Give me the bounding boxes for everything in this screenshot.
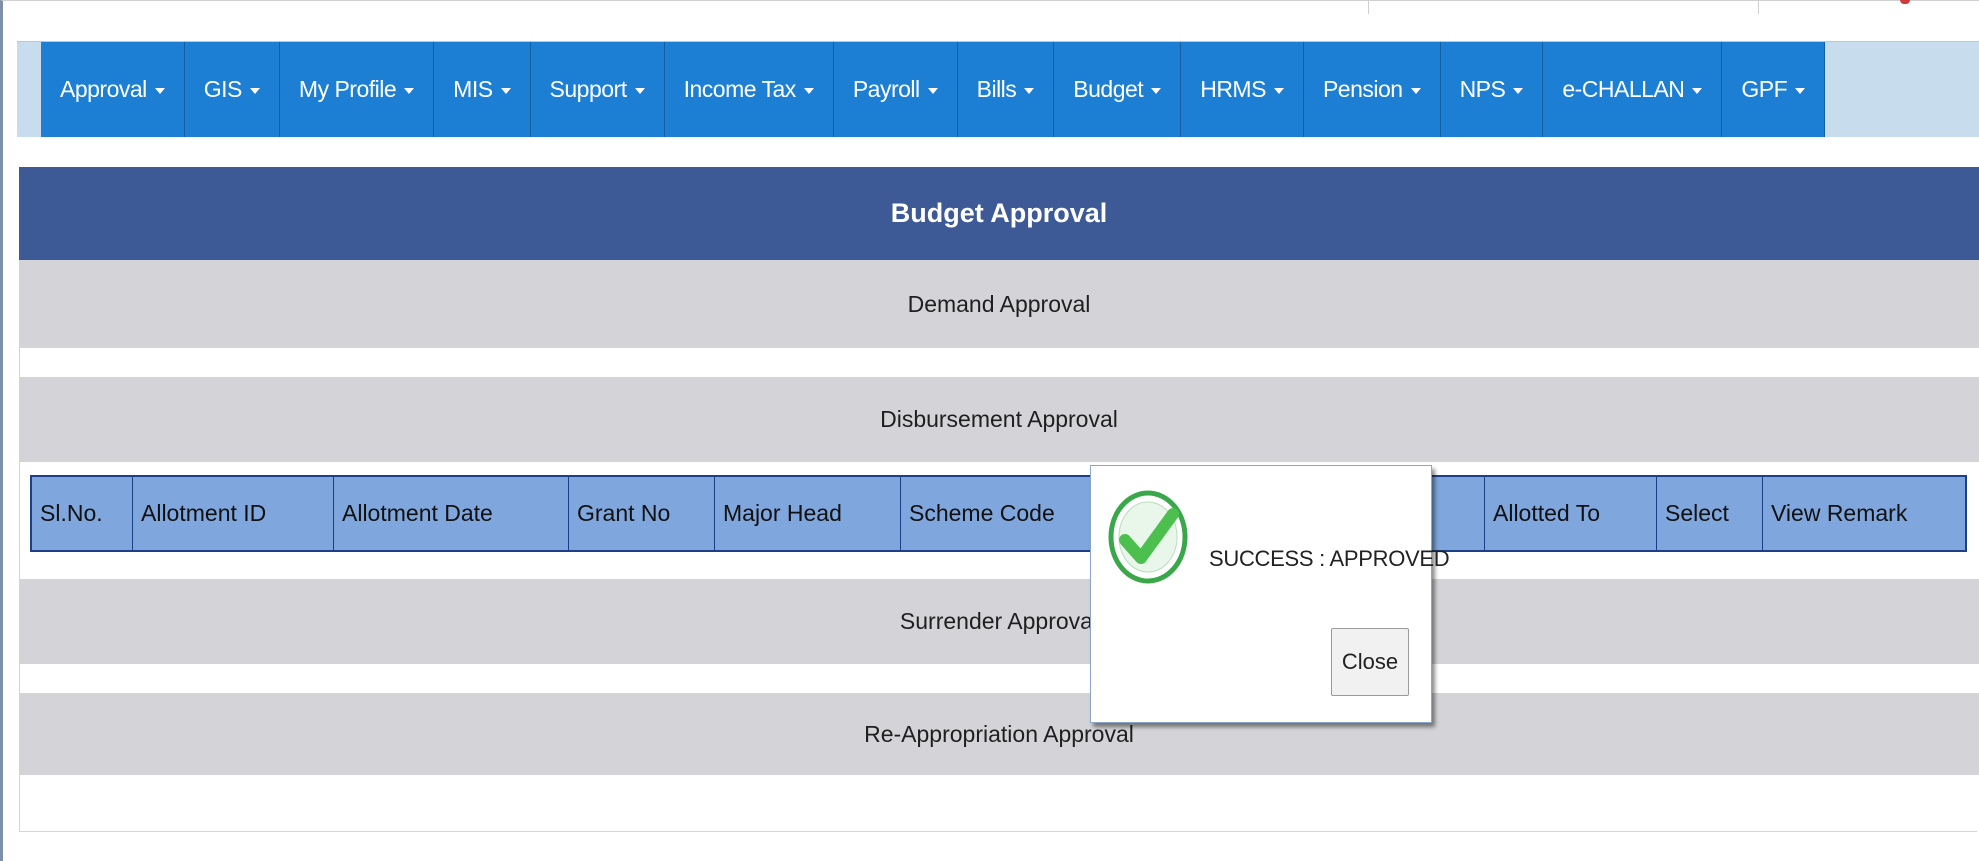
caret-down-icon: [1513, 87, 1524, 94]
panel-title: Budget Approval: [19, 167, 1979, 260]
caret-down-icon: [1151, 87, 1162, 94]
caret-down-icon: [249, 87, 260, 94]
column-header-allotment-id: Allotment ID: [133, 477, 334, 550]
caret-down-icon: [634, 87, 645, 94]
nav-item-income-tax[interactable]: Income Tax: [665, 42, 834, 137]
nav-item-budget[interactable]: Budget: [1054, 42, 1182, 137]
nav-item-label: NPS: [1459, 76, 1506, 102]
nav-item-label: Payroll: [852, 76, 920, 102]
nav-item-my-profile[interactable]: My Profile: [280, 42, 435, 137]
nav-item-label: e-CHALLAN: [1562, 76, 1685, 102]
nav-item-label: Approval: [60, 76, 147, 102]
nav-item-label: Income Tax: [683, 76, 797, 102]
caret-down-icon: [404, 87, 415, 94]
caret-down-icon: [927, 87, 938, 94]
nav-item-label: GPF: [1741, 76, 1788, 102]
nav-item-label: My Profile: [298, 76, 397, 102]
nav-item-support[interactable]: Support: [531, 42, 665, 137]
nav-item-label: GIS: [203, 76, 243, 102]
caret-down-icon: [1273, 87, 1284, 94]
nav-item-gis[interactable]: GIS: [185, 42, 280, 137]
nav-item-label: Support: [549, 76, 628, 102]
nav-item-approval[interactable]: Approval: [41, 42, 185, 137]
column-header-allotment-date: Allotment Date: [334, 477, 569, 550]
caret-down-icon: [1692, 87, 1703, 94]
caret-down-icon: [803, 87, 814, 94]
nav-item-e-challan[interactable]: e-CHALLAN: [1543, 42, 1723, 137]
column-header-sl-no: Sl.No.: [32, 477, 133, 550]
main-navbar: Approval GIS My Profile MIS Support Inco…: [17, 41, 1979, 137]
caret-down-icon: [154, 87, 165, 94]
check-circle-icon: [1108, 490, 1188, 584]
nav-item-label: MIS: [453, 76, 493, 102]
caret-down-icon: [1410, 87, 1421, 94]
nav-menu: Approval GIS My Profile MIS Support Inco…: [41, 42, 1826, 137]
caret-down-icon: [1795, 87, 1806, 94]
nav-item-hrms[interactable]: HRMS: [1181, 42, 1304, 137]
column-header-scheme-code: Scheme Code: [901, 477, 1091, 550]
column-header-major-head: Major Head: [715, 477, 901, 550]
success-message: SUCCESS : APPROVED: [1209, 546, 1450, 571]
nav-item-gpf[interactable]: GPF: [1722, 42, 1826, 137]
column-header-select: Select: [1657, 477, 1763, 550]
nav-item-label: Pension: [1322, 76, 1403, 102]
nav-item-label: HRMS: [1200, 76, 1266, 102]
nav-item-mis[interactable]: MIS: [434, 42, 531, 137]
nav-item-bills[interactable]: Bills: [958, 42, 1055, 137]
nav-item-label: Budget: [1073, 76, 1144, 102]
column-header-grant-no: Grant No: [569, 477, 715, 550]
caret-down-icon: [500, 87, 511, 94]
success-dialog: SUCCESS : APPROVED Close: [1090, 465, 1450, 723]
column-header-view-remark: View Remark: [1771, 500, 1908, 526]
nav-item-payroll[interactable]: Payroll: [834, 42, 958, 137]
column-header-allotted-to: Allotted To: [1485, 477, 1657, 550]
top-divider: [1368, 0, 1369, 14]
nav-item-pension[interactable]: Pension: [1304, 42, 1441, 137]
disbursement-table-header: Sl.No. Allotment ID Allotment Date Grant…: [30, 475, 1967, 552]
caret-down-icon: [1024, 87, 1035, 94]
top-divider: [1758, 0, 1759, 14]
nav-item-nps[interactable]: NPS: [1441, 42, 1544, 137]
close-button[interactable]: Close: [1331, 628, 1409, 696]
nav-item-label: Bills: [976, 76, 1017, 102]
